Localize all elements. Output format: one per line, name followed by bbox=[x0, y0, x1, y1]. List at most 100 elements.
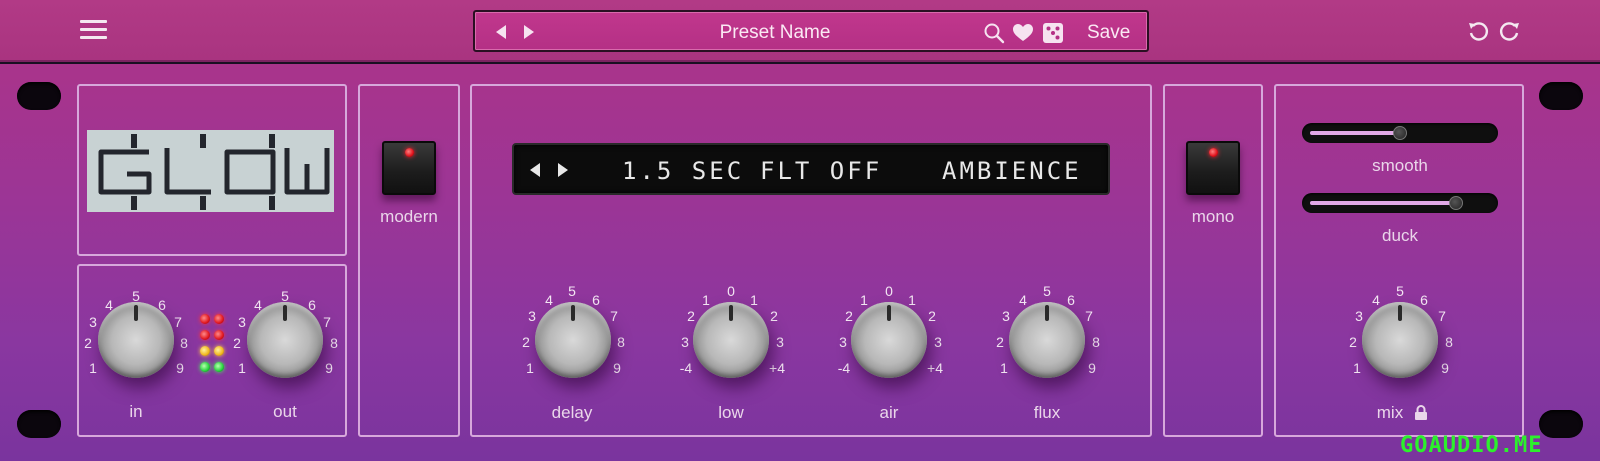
tick-air-min: -4 bbox=[837, 360, 851, 376]
smooth-label: smooth bbox=[1372, 156, 1428, 175]
tick-out-9: 9 bbox=[325, 360, 333, 376]
dice-icon[interactable] bbox=[1042, 22, 1064, 44]
out-knob[interactable] bbox=[247, 302, 323, 378]
tick-out-1: 1 bbox=[238, 360, 246, 376]
display-mode[interactable]: AMBIENCE bbox=[942, 157, 1082, 185]
mono-led bbox=[1209, 148, 1218, 157]
previous-preset-icon[interactable] bbox=[493, 23, 509, 41]
tick-in-2: 2 bbox=[84, 335, 92, 351]
display-next-icon[interactable] bbox=[556, 161, 570, 179]
heart-icon[interactable] bbox=[1012, 22, 1034, 44]
out-label: out bbox=[273, 402, 297, 421]
display-previous-icon[interactable] bbox=[528, 161, 542, 179]
tick-low-3l: 3 bbox=[681, 334, 689, 350]
tick-air-2r: 2 bbox=[928, 308, 936, 324]
modern-led bbox=[405, 148, 414, 157]
lock-icon[interactable] bbox=[1414, 405, 1428, 421]
tick-flux-1: 1 bbox=[1000, 360, 1008, 376]
tick-low-0: 0 bbox=[727, 283, 735, 299]
rack-hole bbox=[17, 82, 61, 110]
tick-air-3l: 3 bbox=[839, 334, 847, 350]
in-label: in bbox=[129, 402, 143, 421]
tick-low-max: +4 bbox=[769, 360, 785, 376]
smooth-slider[interactable] bbox=[1302, 123, 1498, 143]
redo-icon[interactable] bbox=[1498, 20, 1522, 44]
tick-delay-2: 2 bbox=[522, 334, 530, 350]
preset-browser: Preset Name Save bbox=[473, 10, 1149, 52]
meter-led bbox=[214, 362, 224, 372]
watermark: GOAUDIO.ME bbox=[1400, 433, 1543, 458]
tick-out-8: 8 bbox=[330, 335, 338, 351]
delay-panel bbox=[470, 84, 1152, 437]
mono-button[interactable] bbox=[1186, 141, 1240, 195]
tick-low-3r: 3 bbox=[776, 334, 784, 350]
tick-mix-8: 8 bbox=[1445, 334, 1453, 350]
smooth-slider-fill bbox=[1310, 131, 1400, 135]
search-icon[interactable] bbox=[983, 22, 1005, 44]
tick-mix-2: 2 bbox=[1349, 334, 1357, 350]
duck-slider[interactable] bbox=[1302, 193, 1498, 213]
modern-panel bbox=[358, 84, 460, 437]
delay-display: 1.5 SEC FLT OFF AMBIENCE bbox=[512, 143, 1110, 195]
tick-low-2r: 2 bbox=[770, 308, 778, 324]
meter-led bbox=[200, 346, 210, 356]
tick-flux-2: 2 bbox=[996, 334, 1004, 350]
next-preset-icon[interactable] bbox=[521, 23, 537, 41]
rack-hole bbox=[17, 410, 61, 438]
undo-icon[interactable] bbox=[1466, 20, 1490, 44]
meter-led bbox=[214, 346, 224, 356]
mono-panel bbox=[1163, 84, 1263, 437]
modern-button[interactable] bbox=[382, 141, 436, 195]
flux-label: flux bbox=[1033, 403, 1061, 422]
tick-delay-8: 8 bbox=[617, 334, 625, 350]
duck-slider-fill bbox=[1310, 201, 1456, 205]
meter-led bbox=[214, 314, 224, 324]
duck-label: duck bbox=[1382, 226, 1418, 245]
mix-knob[interactable] bbox=[1362, 302, 1438, 378]
rack-hole bbox=[1539, 410, 1583, 438]
flux-knob[interactable] bbox=[1009, 302, 1085, 378]
mono-label: mono bbox=[1191, 207, 1235, 226]
tick-low-min: -4 bbox=[679, 360, 693, 376]
meter-led bbox=[214, 330, 224, 340]
low-knob[interactable] bbox=[693, 302, 769, 378]
duck-slider-thumb[interactable] bbox=[1449, 196, 1463, 210]
in-knob[interactable] bbox=[98, 302, 174, 378]
tick-mix-7: 7 bbox=[1438, 308, 1446, 324]
delay-label: delay bbox=[551, 403, 593, 422]
tick-flux-5: 5 bbox=[1043, 283, 1051, 299]
meter-led bbox=[200, 330, 210, 340]
tick-air-3r: 3 bbox=[934, 334, 942, 350]
air-label: air bbox=[879, 403, 899, 422]
preset-name[interactable]: Preset Name bbox=[675, 22, 875, 44]
meter-led bbox=[200, 362, 210, 372]
top-bar: Preset Name Save bbox=[0, 0, 1600, 62]
plugin-window: Preset Name Save 5 4 3 2 1 6 7 8 9 in 5 … bbox=[0, 0, 1600, 461]
meter-led bbox=[200, 314, 210, 324]
tick-flux-9: 9 bbox=[1088, 360, 1096, 376]
tick-in-9: 9 bbox=[176, 360, 184, 376]
display-filter[interactable]: FLT OFF bbox=[760, 157, 882, 185]
smooth-slider-thumb[interactable] bbox=[1393, 126, 1407, 140]
delay-knob[interactable] bbox=[535, 302, 611, 378]
tick-air-max: +4 bbox=[927, 360, 943, 376]
glow-logo bbox=[87, 130, 334, 212]
tick-flux-7: 7 bbox=[1085, 308, 1093, 324]
air-knob[interactable] bbox=[851, 302, 927, 378]
tick-mix-1: 1 bbox=[1353, 360, 1361, 376]
tick-delay-5: 5 bbox=[568, 283, 576, 299]
tick-delay-7: 7 bbox=[610, 308, 618, 324]
save-button[interactable]: Save bbox=[1087, 22, 1130, 44]
modern-label: modern bbox=[380, 207, 438, 226]
tick-out-2: 2 bbox=[233, 335, 241, 351]
tick-flux-8: 8 bbox=[1092, 334, 1100, 350]
tick-delay-1: 1 bbox=[526, 360, 534, 376]
tick-in-8: 8 bbox=[180, 335, 188, 351]
rack-hole bbox=[1539, 82, 1583, 110]
display-time[interactable]: 1.5 SEC bbox=[622, 157, 744, 185]
tick-mix-9: 9 bbox=[1441, 360, 1449, 376]
hamburger-menu-icon[interactable] bbox=[80, 20, 107, 42]
tick-delay-9: 9 bbox=[613, 360, 621, 376]
low-label: low bbox=[718, 403, 744, 422]
tick-in-1: 1 bbox=[89, 360, 97, 376]
